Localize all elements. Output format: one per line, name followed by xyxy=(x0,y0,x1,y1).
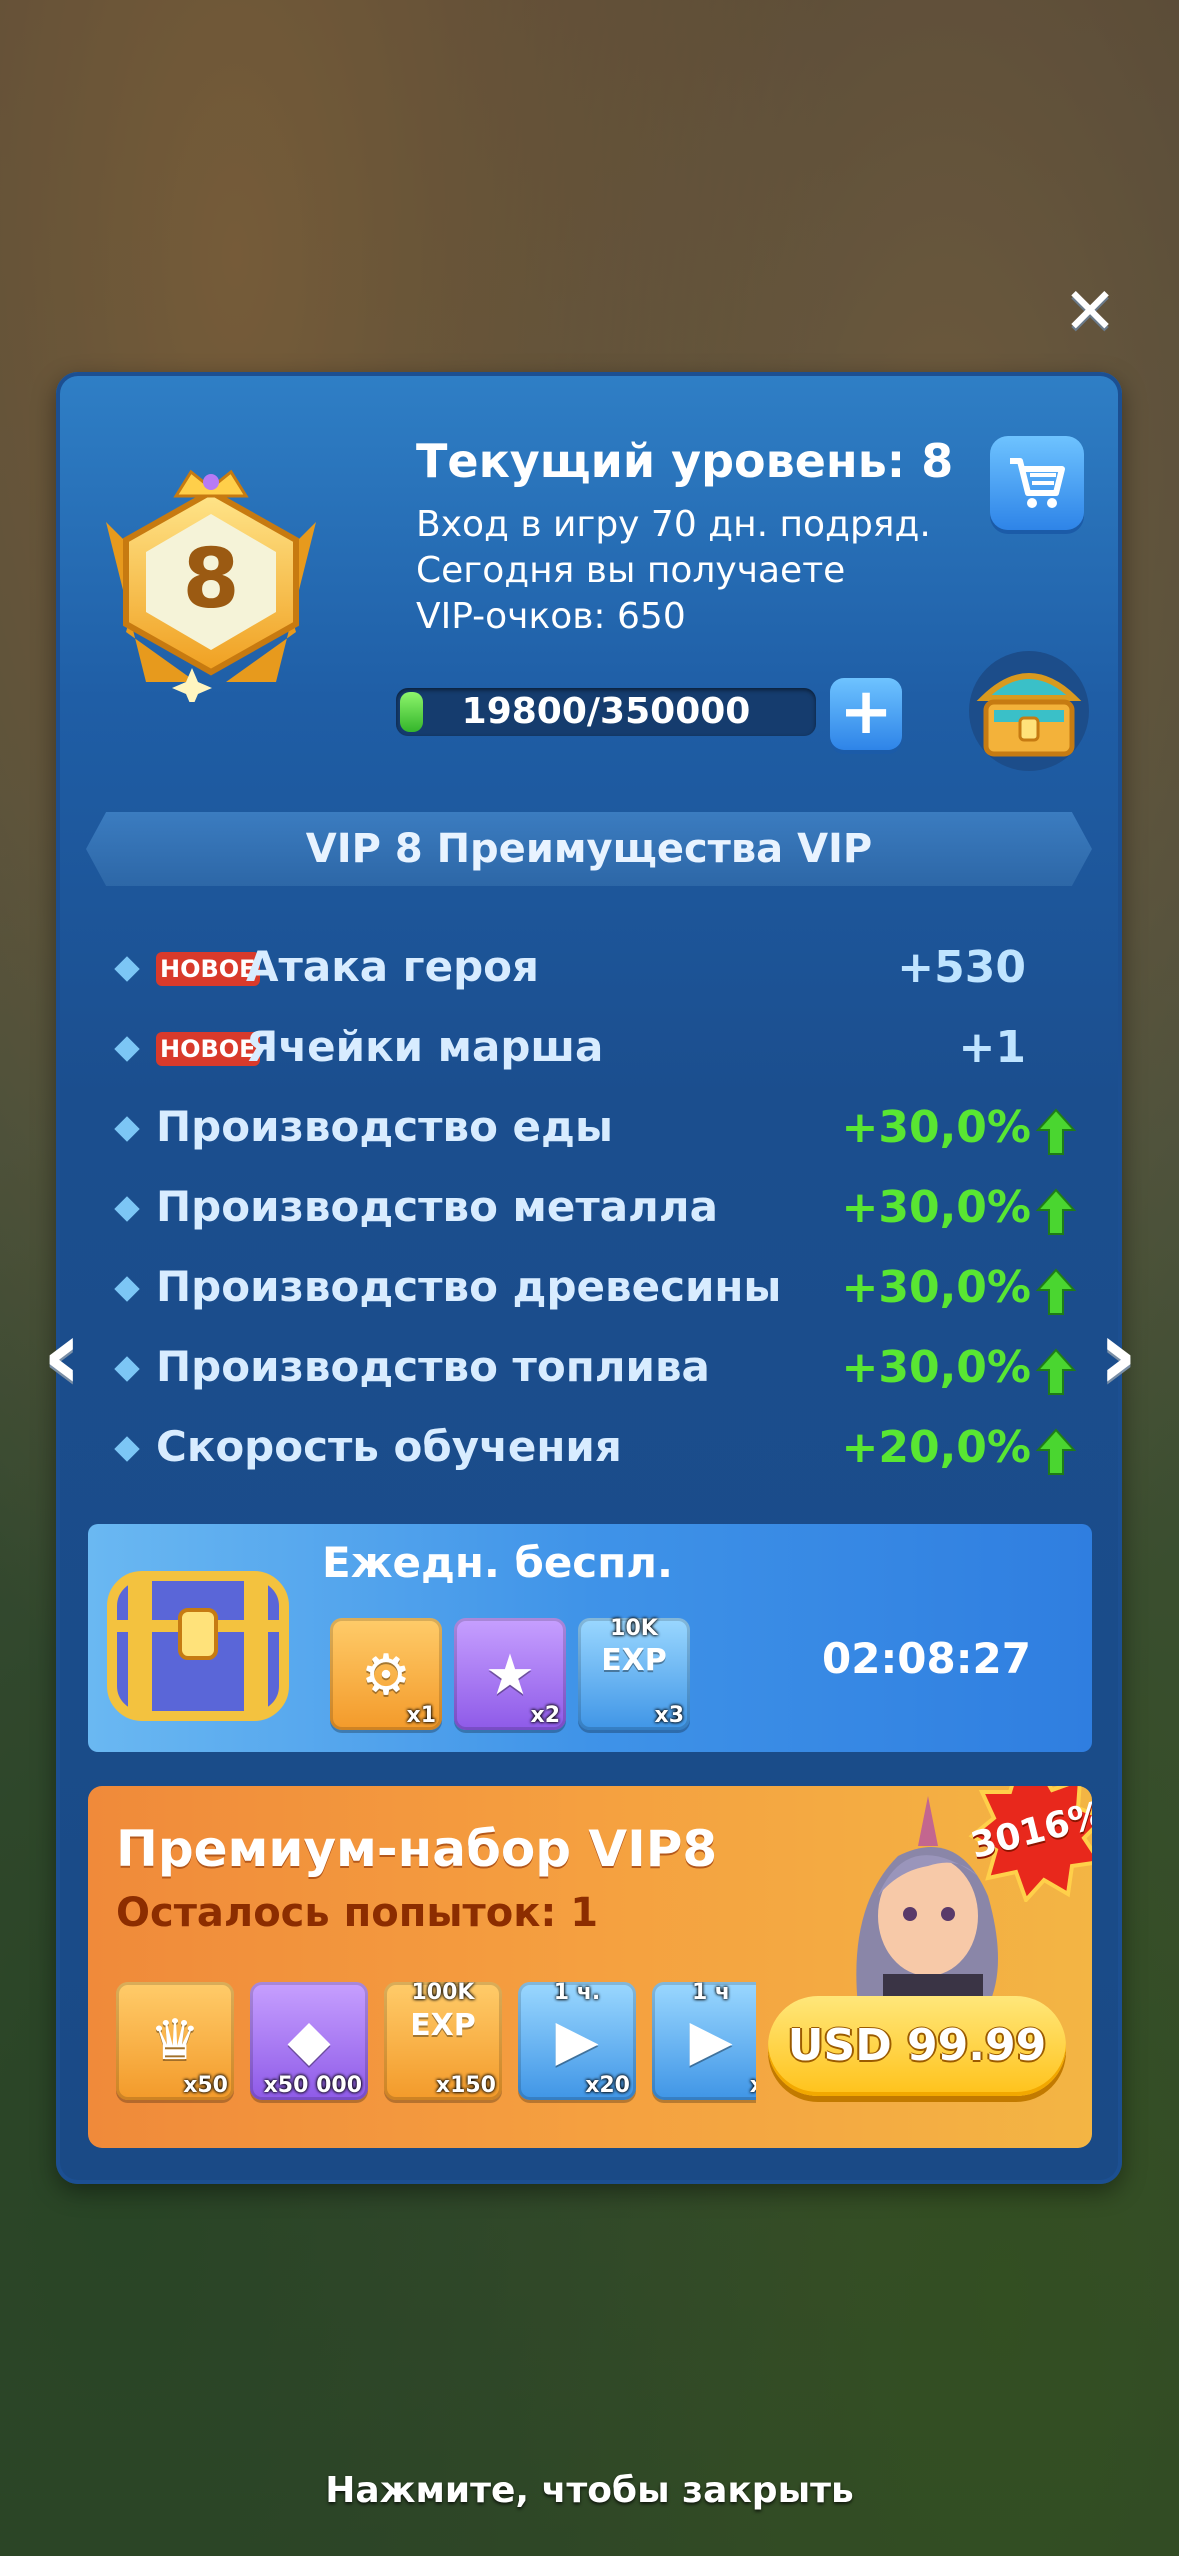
reward-item[interactable]: ◆ x50 000 xyxy=(250,1982,368,2100)
reward-item-count: x1 xyxy=(406,1703,437,1728)
add-vip-points-button[interactable]: + xyxy=(830,678,902,750)
benefit-label: Производство древесины xyxy=(156,1262,782,1311)
reward-item[interactable]: ▶ 1 ч. x20 xyxy=(518,1982,636,2100)
premium-pack-card[interactable]: Премиум-набор VIP8 Осталось попыток: 1 3… xyxy=(88,1786,1092,2148)
bullet-diamond-icon xyxy=(114,956,140,982)
crown-coin-icon: ♛ xyxy=(149,2007,201,2073)
reward-item[interactable]: EXP 10K x3 xyxy=(578,1616,690,1730)
close-icon[interactable]: ✕ xyxy=(1058,280,1122,344)
tap-to-close-hint[interactable]: Нажмите, чтобы закрыть xyxy=(0,2470,1179,2511)
premium-title: Премиум-набор VIP8 xyxy=(116,1820,718,1878)
discount-burst: 3016% xyxy=(967,1786,1092,1904)
vip-progress-text: 19800/350000 xyxy=(461,691,751,732)
reward-item[interactable]: ▶1 ч x xyxy=(652,1982,756,2100)
benefit-label: Скорость обучения xyxy=(156,1422,622,1471)
train-speedup-icon: ▶ xyxy=(689,2007,733,2073)
reward-item-count: x50 000 xyxy=(263,2073,362,2098)
buy-premium-button[interactable]: USD 99.99 xyxy=(768,1996,1066,2096)
benefit-row: Производство металла +30,0% xyxy=(106,1172,1096,1246)
benefit-value: +30,0% xyxy=(841,1262,1031,1313)
vip-chest-icon[interactable] xyxy=(966,648,1092,774)
benefit-row: Производство топлива +30,0% xyxy=(106,1332,1096,1406)
reward-item-label: 1 ч. xyxy=(553,1982,601,2005)
reward-item[interactable]: EXP 100K x150 xyxy=(384,1982,502,2100)
reward-item-label: 10K xyxy=(610,1616,658,1641)
bullet-diamond-icon xyxy=(114,1116,140,1142)
vip-level-badge: 8 xyxy=(106,469,316,702)
today-receive-text: Сегодня вы получаете xyxy=(416,550,846,591)
benefit-row: НОВОЕ Ячейки марша +1 xyxy=(106,1012,1096,1086)
reward-item-count: x2 xyxy=(530,1703,561,1728)
reward-item[interactable]: ♛ x50 xyxy=(116,1982,234,2100)
premium-items-row[interactable]: ♛x50◆x50 000EXP100Kx150▶1 ч.x20▶1 чx xyxy=(116,1982,756,2112)
prev-level-arrow-icon[interactable]: ‹ xyxy=(34,1307,90,1403)
next-level-arrow-icon[interactable]: › xyxy=(1090,1307,1146,1403)
exp-badge-icon: EXP xyxy=(410,2007,476,2043)
benefit-row: Скорость обучения +20,0% xyxy=(106,1412,1096,1486)
increase-arrow-icon xyxy=(1036,1428,1076,1475)
benefit-value: +30,0% xyxy=(841,1102,1031,1153)
hammer-speedup-icon: ▶ xyxy=(555,2007,599,2073)
benefit-label: Ячейки марша xyxy=(246,1022,604,1071)
vip-progress-bar: 19800/350000 xyxy=(396,688,816,736)
benefit-value: +1 xyxy=(958,1022,1026,1073)
increase-arrow-icon xyxy=(1036,1108,1076,1155)
premium-attempts-left: Осталось попыток: 1 xyxy=(116,1890,599,1936)
bullet-diamond-icon xyxy=(114,1036,140,1062)
increase-arrow-icon xyxy=(1036,1348,1076,1395)
bullet-diamond-icon xyxy=(114,1196,140,1222)
exp-badge-icon: EXP xyxy=(601,1642,667,1678)
reward-item-count: x xyxy=(750,2073,756,2098)
reward-item-count: x20 xyxy=(585,2073,630,2098)
benefit-row: Производство древесины +30,0% xyxy=(106,1252,1096,1326)
star-card-icon: ★ xyxy=(484,1642,536,1708)
new-badge: НОВОЕ xyxy=(156,952,260,986)
benefit-value: +530 xyxy=(897,942,1026,993)
benefit-row: Производство еды +30,0% xyxy=(106,1092,1096,1166)
reward-item-count: x3 xyxy=(654,1703,685,1728)
bullet-diamond-icon xyxy=(114,1436,140,1462)
daily-free-title: Ежедн. беспл. xyxy=(322,1538,673,1587)
badge-level-text: 8 xyxy=(182,532,239,627)
benefit-label: Производство топлива xyxy=(156,1342,710,1391)
benefits-ribbon: VIP 8 Преимущества VIP xyxy=(86,812,1092,886)
benefit-label: Атака героя xyxy=(246,942,539,991)
login-streak-text: Вход в игру 70 дн. подряд. xyxy=(416,504,931,545)
vip-panel: 8 Текущий уровень: 8 Вход в игру 70 дн. … xyxy=(56,372,1122,2184)
cart-icon xyxy=(1010,458,1065,508)
increase-arrow-icon xyxy=(1036,1268,1076,1315)
bullet-diamond-icon xyxy=(114,1276,140,1302)
reward-item[interactable]: ⚙ x1 xyxy=(330,1618,442,1730)
daily-free-card[interactable]: Ежедн. беспл. ⚙ x1 ★ x2 EXP 10K x3 02:08:27 xyxy=(88,1524,1092,1752)
new-badge: НОВОЕ xyxy=(156,1032,260,1066)
gem-icon: ◆ xyxy=(287,2007,331,2073)
shop-cart-button[interactable] xyxy=(990,436,1084,530)
benefit-row: НОВОЕ Атака героя +530 xyxy=(106,932,1096,1006)
benefit-label: Производство еды xyxy=(156,1102,613,1151)
reward-item-label: 100K xyxy=(411,1982,475,2005)
speedup-badge-icon: ⚙ xyxy=(360,1642,412,1708)
benefit-label: Производство металла xyxy=(156,1182,718,1231)
benefit-value: +20,0% xyxy=(841,1422,1031,1473)
reward-item-count: x150 xyxy=(435,2073,496,2098)
current-level-title: Текущий уровень: 8 xyxy=(416,434,954,488)
benefits-title: VIP 8 Преимущества VIP xyxy=(305,826,873,872)
daily-chest-icon xyxy=(107,1571,289,1721)
reward-item[interactable]: ★ x2 xyxy=(454,1618,566,1730)
reward-item-label: 1 ч xyxy=(691,1982,731,2005)
reward-item-count: x50 xyxy=(183,2073,228,2098)
benefit-value: +30,0% xyxy=(841,1342,1031,1393)
increase-arrow-icon xyxy=(1036,1188,1076,1235)
vip-points-text: VIP-очков: 650 xyxy=(416,596,686,637)
bullet-diamond-icon xyxy=(114,1356,140,1382)
benefit-value: +30,0% xyxy=(841,1182,1031,1233)
daily-timer: 02:08:27 xyxy=(822,1634,1031,1683)
